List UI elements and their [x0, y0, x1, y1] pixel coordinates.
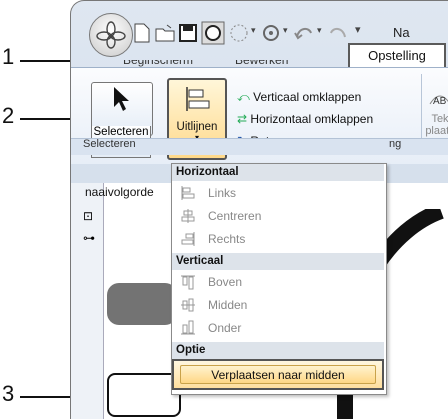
text-placement-button[interactable]: AB Tek plaats — [425, 86, 448, 146]
align-center-icon — [181, 209, 195, 223]
new-file-icon[interactable] — [133, 23, 151, 43]
side-toolbar-row-1: ⊡ — [83, 207, 105, 225]
group-label-arrange: ng — [389, 138, 402, 150]
menu-item-boven-label: Boven — [208, 275, 243, 289]
flip-vertical-label: Verticaal omklappen — [253, 90, 362, 104]
align-left-icon — [181, 186, 195, 200]
fit-icon[interactable]: ⊡ — [83, 209, 93, 223]
ribbon-panel: Selecteren▾ Uitlijnen ▾ ⤺ Verticaal omkl… — [71, 67, 448, 164]
dropdown-arrow-icon[interactable]: ▾ — [317, 25, 322, 36]
ribbon-tab-bar: Beginscherm Bewerken Opstelling — [71, 43, 448, 69]
menu-item-centreren-label: Centreren — [208, 209, 262, 223]
thumbnail-outline[interactable] — [107, 373, 181, 417]
hoop-icon[interactable] — [201, 21, 225, 45]
flip-vertical-icon: ⤺ — [237, 90, 250, 104]
menu-header-vertical: Verticaal — [172, 253, 384, 270]
customize-toolbar-icon[interactable]: ▾ — [355, 23, 361, 36]
menu-item-rechts[interactable]: Rechts — [172, 228, 384, 250]
callout-1: 1 — [2, 44, 15, 69]
flip-horizontal-icon: ⇄ — [237, 112, 248, 126]
tab-bewerken[interactable]: Bewerken — [235, 60, 288, 67]
align-button-label: Uitlijnen — [176, 121, 218, 133]
group-label-selecteren: Selecteren — [83, 138, 136, 150]
tab-beginscherm[interactable]: Beginscherm — [123, 60, 193, 67]
sewing-order-title: naaivolgorde — [85, 185, 154, 199]
align-bottom-icon — [181, 320, 195, 335]
menu-item-rechts-label: Rechts — [208, 232, 246, 246]
menu-item-boven[interactable]: Boven — [172, 271, 384, 293]
flip-horizontal-label: Horizontaal omklappen — [250, 112, 374, 126]
align-top-icon — [181, 275, 195, 290]
svg-text:AB: AB — [433, 96, 447, 107]
menu-item-links-label: Links — [208, 186, 237, 200]
align-icon — [186, 87, 210, 111]
menu-item-links[interactable]: Links — [172, 182, 384, 204]
move-to-center-label: Verplaatsen naar midden — [211, 368, 345, 382]
thumbnail-pill-gray[interactable] — [107, 283, 177, 325]
flip-vertical-button[interactable]: ⤺ Verticaal omklappen — [237, 90, 361, 105]
open-folder-icon[interactable] — [155, 23, 175, 43]
order-icon[interactable]: ⊶ — [83, 231, 95, 245]
menu-header-horizontal: Horizontaal — [172, 164, 384, 181]
menu-item-centreren[interactable]: Centreren — [172, 205, 384, 227]
tab-opstelling[interactable]: Opstelling — [348, 43, 446, 69]
embroider-icon[interactable] — [229, 23, 249, 43]
menu-item-onder[interactable]: Onder — [172, 317, 384, 339]
arrow-cursor-icon — [114, 87, 129, 111]
align-middle-icon — [181, 298, 195, 312]
align-right-icon — [181, 232, 195, 246]
menu-item-midden[interactable]: Midden — [172, 294, 384, 316]
callout-3: 3 — [2, 381, 15, 406]
application-window: ▾ ▾ ▾ ▾ Na Beginscherm Bewerken Opstelli… — [70, 0, 448, 419]
text-arc-icon: AB — [429, 95, 448, 107]
move-to-center-button[interactable]: Verplaatsen naar midden — [172, 359, 384, 390]
menu-item-midden-label: Midden — [208, 298, 248, 312]
menu-item-onder-label: Onder — [208, 321, 242, 335]
dropdown-arrow-icon[interactable]: ▾ — [283, 25, 288, 36]
stitch-icon[interactable] — [261, 23, 281, 43]
callout-2: 2 — [2, 103, 15, 128]
undo-icon[interactable] — [293, 23, 315, 43]
align-dropdown-menu: Horizontaal Links Centreren Rechts Verti… — [171, 163, 387, 395]
save-icon[interactable] — [179, 23, 197, 43]
window-title: Na — [393, 25, 410, 40]
dropdown-arrow-icon[interactable]: ▾ — [251, 25, 256, 36]
redo-icon[interactable] — [327, 23, 349, 43]
flip-horizontal-button[interactable]: ⇄ Horizontaal omklappen — [237, 112, 373, 126]
menu-header-option: Optie — [172, 342, 384, 359]
side-toolbar-row-2: ⊶ — [83, 229, 105, 247]
